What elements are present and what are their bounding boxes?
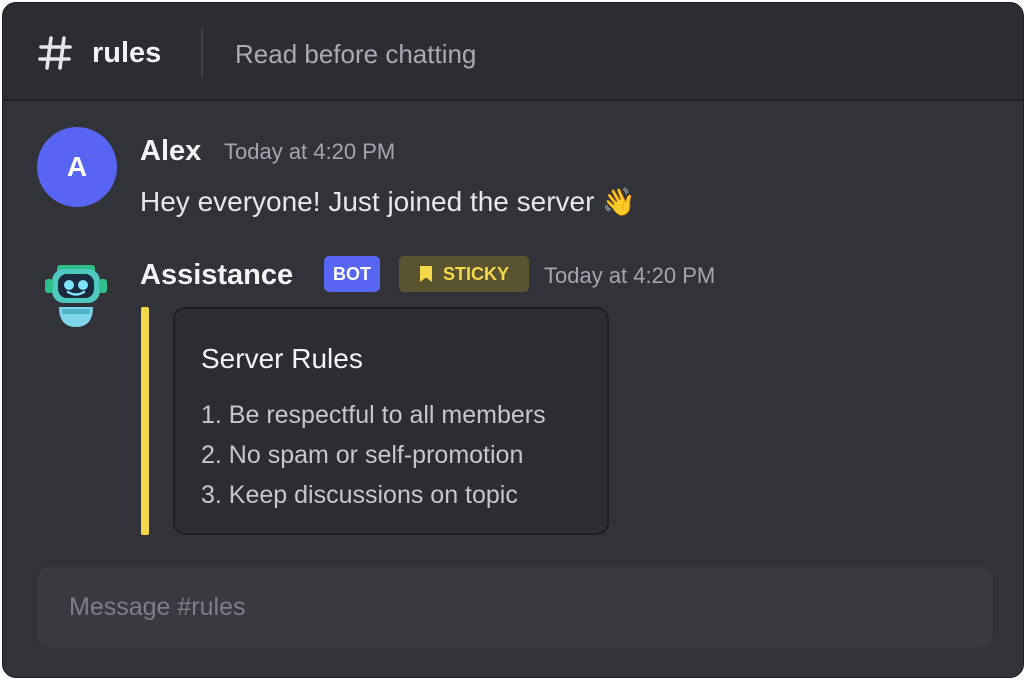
header-divider [201,29,203,77]
avatar-alex[interactable]: A [37,127,117,207]
message-body: Hey everyone! Just joined the server [140,186,595,217]
channel-topic: Read before chatting [235,39,477,69]
rule-item: 1. Be respectful to all members [201,401,546,429]
embed-accent-bar [141,307,149,535]
avatar-initial: A [66,151,88,182]
sticky-badge: STICKY [399,256,529,292]
robot-avatar-icon[interactable] [43,259,109,331]
hash-icon [38,36,72,70]
sticky-label: STICKY [442,264,509,284]
embed-title: Server Rules [201,343,363,374]
username-alex[interactable]: Alex [140,133,201,169]
wave-emoji: 👋 [602,187,636,217]
message-timestamp: Today at 4:20 PM [224,139,396,164]
channel-name: rules [92,37,162,69]
rules-embed: Server Rules 1. Be respectful to all mem… [173,307,609,535]
chat-window: rules Read before chatting A Alex Today … [2,2,1024,678]
rule-item: 3. Keep discussions on topic [201,481,518,509]
rule-item: 2. No spam or self-promotion [201,441,524,469]
message-timestamp: Today at 4:20 PM [544,263,716,288]
bot-badge: BOT [324,256,380,292]
message-input[interactable] [37,567,993,647]
channel-header: rules Read before chatting [3,3,1023,101]
message-text: Hey everyone! Just joined the server 👋 [140,183,636,221]
rules-list: 1. Be respectful to all members 2. No sp… [201,395,546,515]
username-assistance[interactable]: Assistance [140,257,293,293]
bookmark-icon [419,266,432,282]
